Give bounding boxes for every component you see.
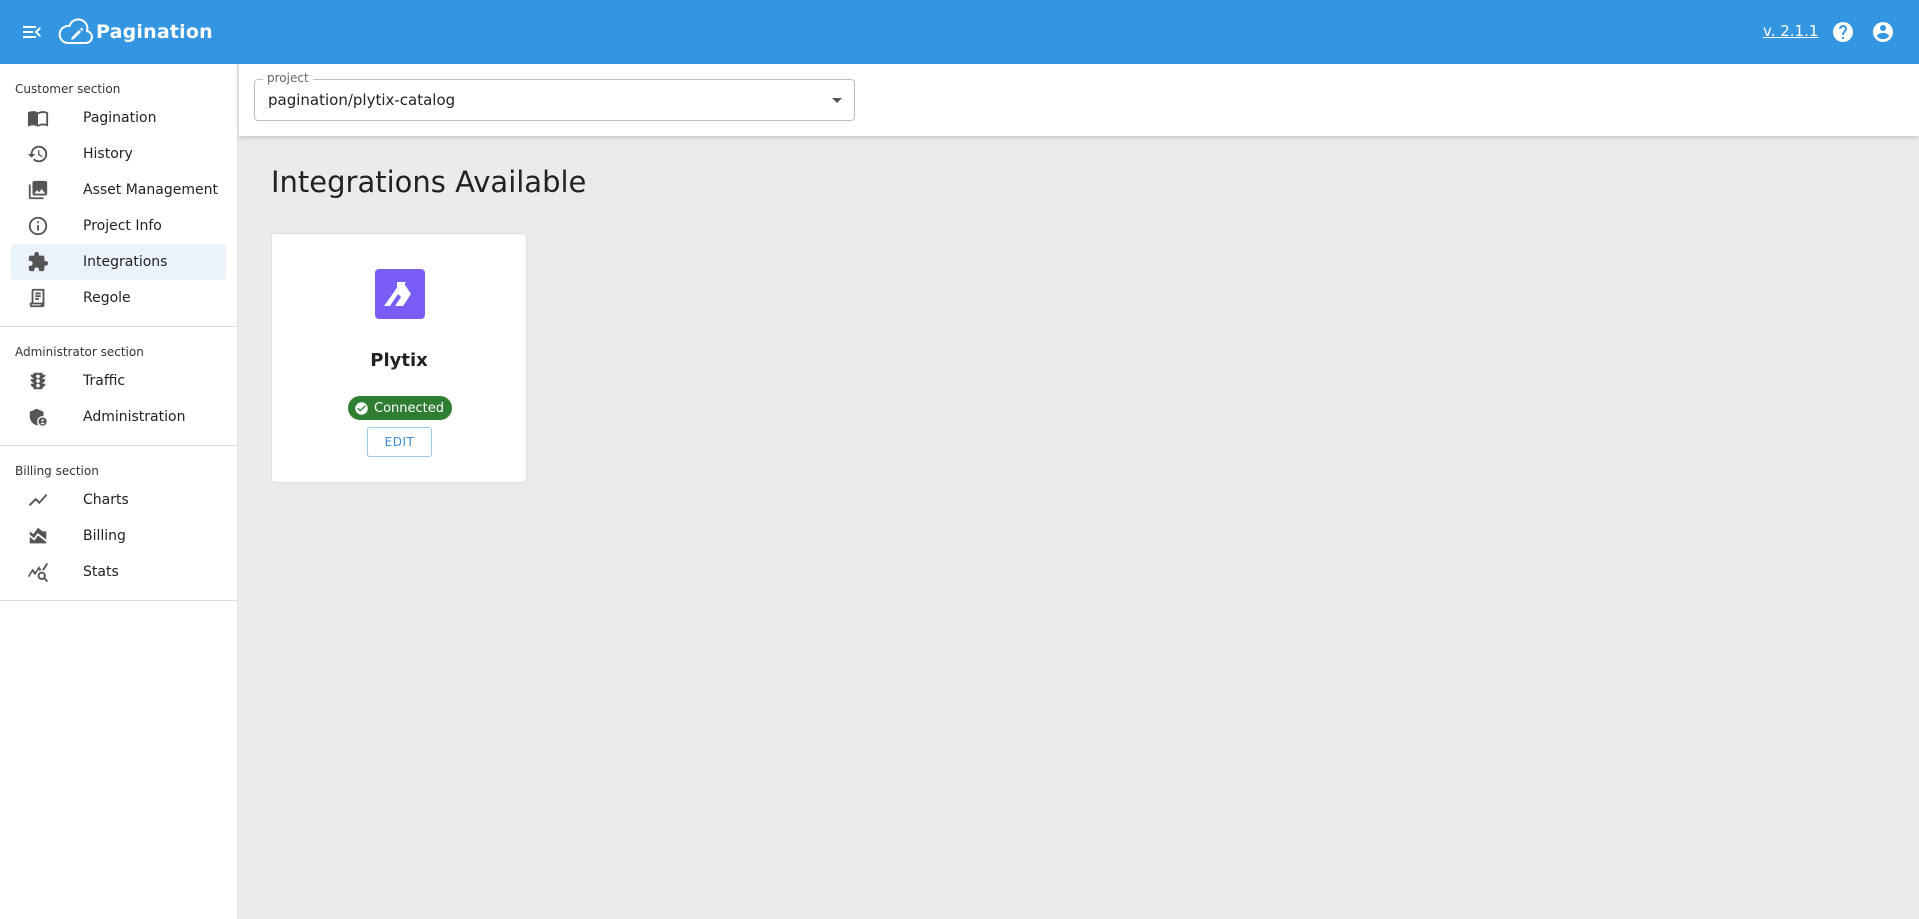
sidebar-item-administration[interactable]: Administration: [11, 399, 226, 435]
account-circle-icon[interactable]: [1871, 20, 1895, 44]
project-value: pagination/plytix-catalog: [268, 91, 456, 109]
status-badge: Connected: [348, 396, 452, 420]
integration-card-plytix: Plytix Connected EDIT: [271, 233, 527, 483]
section-title: Customer section: [15, 82, 121, 96]
plytix-logo-icon: [375, 269, 425, 319]
version-link[interactable]: v. 2.1.1: [1763, 22, 1818, 40]
menu-collapse-icon[interactable]: [20, 20, 44, 44]
sidebar-item-billing[interactable]: Billing: [11, 518, 226, 554]
sidebar-item-traffic[interactable]: Traffic: [11, 363, 226, 399]
sidebar-item-label: Billing: [83, 528, 126, 544]
sidebar: Customer section Pagination History Asse…: [0, 64, 238, 919]
puzzle-icon: [27, 251, 49, 273]
administrator-section: Administrator section Traffic Administra…: [0, 327, 237, 446]
history-icon: [27, 143, 49, 165]
info-icon: [27, 215, 49, 237]
sidebar-item-label: Administration: [83, 409, 186, 425]
sidebar-item-label: Charts: [83, 492, 129, 508]
sidebar-item-integrations[interactable]: Integrations: [11, 244, 226, 280]
project-select[interactable]: project pagination/plytix-catalog: [254, 71, 855, 121]
sidebar-item-label: Regole: [83, 290, 131, 306]
edit-button[interactable]: EDIT: [367, 427, 432, 457]
project-label: project: [263, 71, 313, 85]
sidebar-item-history[interactable]: History: [11, 136, 226, 172]
query-stats-icon: [27, 561, 49, 583]
brand[interactable]: Pagination: [58, 16, 213, 48]
customer-section: Customer section Pagination History Asse…: [0, 64, 237, 327]
sidebar-item-label: Project Info: [83, 218, 162, 234]
sidebar-item-charts[interactable]: Charts: [11, 482, 226, 518]
sidebar-item-asset-management[interactable]: Asset Management: [11, 172, 226, 208]
admin-shield-icon: [27, 406, 49, 428]
sidebar-item-project-info[interactable]: Project Info: [11, 208, 226, 244]
receipt-icon: [27, 287, 49, 309]
sidebar-item-stats[interactable]: Stats: [11, 554, 226, 590]
sidebar-item-label: Asset Management: [83, 182, 218, 198]
cloud-edit-logo-icon: [58, 16, 94, 48]
page-title: Integrations Available: [271, 165, 587, 199]
caret-down-icon: [832, 98, 842, 103]
sidebar-item-label: Integrations: [83, 254, 168, 270]
project-bar: project pagination/plytix-catalog: [239, 64, 1919, 136]
billing-section: Billing section Charts Billing Stats: [0, 446, 237, 601]
section-title: Billing section: [15, 464, 99, 478]
status-label: Connected: [374, 400, 445, 416]
check-circle-icon: [354, 401, 369, 416]
sidebar-item-label: Stats: [83, 564, 119, 580]
app-bar: Pagination v. 2.1.1: [0, 0, 1919, 64]
sidebar-item-pagination[interactable]: Pagination: [11, 100, 226, 136]
photo-library-icon: [27, 179, 49, 201]
traffic-light-icon: [27, 370, 49, 392]
area-chart-icon: [27, 525, 49, 547]
book-open-icon: [27, 107, 49, 129]
section-title: Administrator section: [15, 345, 144, 359]
trending-line-icon: [27, 489, 49, 511]
sidebar-item-label: History: [83, 146, 133, 162]
sidebar-item-label: Pagination: [83, 110, 157, 126]
help-icon[interactable]: [1831, 20, 1855, 44]
app-name: Pagination: [96, 21, 213, 43]
sidebar-item-regole[interactable]: Regole: [11, 280, 226, 316]
integration-name: Plytix: [370, 350, 428, 371]
sidebar-item-label: Traffic: [83, 373, 126, 389]
